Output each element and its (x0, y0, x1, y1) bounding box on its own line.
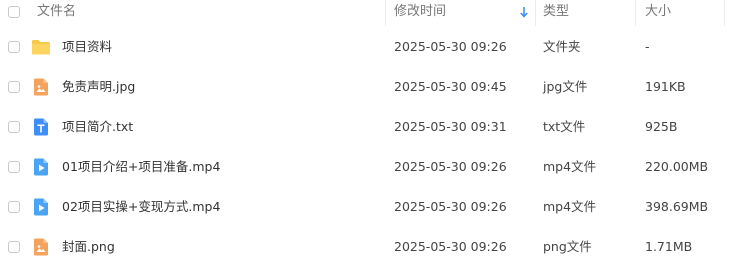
video-file-icon (34, 158, 48, 176)
column-header-type[interactable]: 类型 (543, 0, 569, 26)
file-name[interactable]: 01项目介绍+项目准备.mp4 (62, 147, 220, 187)
file-modified: 2025-05-30 09:26 (394, 159, 507, 174)
file-type: txt文件 (543, 119, 586, 134)
video-file-icon (34, 198, 48, 216)
file-size: - (645, 39, 650, 54)
file-row[interactable]: 免责声明.jpg 2025-05-30 09:45 jpg文件 191KB (0, 67, 730, 107)
file-row[interactable]: 项目资料 2025-05-30 09:26 文件夹 - (0, 27, 730, 67)
column-header-modified[interactable]: 修改时间 (394, 0, 446, 26)
file-row[interactable]: 02项目实操+变现方式.mp4 2025-05-30 09:26 mp4文件 3… (0, 187, 730, 227)
file-name[interactable]: 免责声明.jpg (62, 67, 135, 107)
row-checkbox[interactable] (8, 121, 20, 133)
image-file-icon (34, 78, 48, 96)
column-divider[interactable] (535, 0, 536, 26)
column-header-name[interactable]: 文件名 (37, 0, 76, 26)
file-list: 文件名 修改时间 类型 大小 项目资料 2025-05-30 09:26 文件夹… (0, 0, 730, 263)
file-type: 文件夹 (543, 39, 581, 54)
column-divider[interactable] (724, 0, 725, 26)
file-row[interactable]: 项目简介.txt 2025-05-30 09:31 txt文件 925B (0, 107, 730, 147)
file-modified: 2025-05-30 09:26 (394, 199, 507, 214)
file-size: 1.71MB (645, 239, 693, 254)
folder-icon (32, 40, 50, 55)
file-type: jpg文件 (543, 79, 588, 94)
select-all-checkbox[interactable] (8, 6, 20, 18)
file-type: mp4文件 (543, 159, 597, 174)
file-type: mp4文件 (543, 199, 597, 214)
file-row[interactable]: 封面.png 2025-05-30 09:26 png文件 1.71MB (0, 227, 730, 263)
row-checkbox[interactable] (8, 241, 20, 253)
column-divider[interactable] (385, 0, 386, 26)
column-header-size[interactable]: 大小 (645, 0, 671, 26)
file-name[interactable]: 项目简介.txt (62, 107, 133, 147)
column-header: 文件名 修改时间 类型 大小 (0, 0, 730, 26)
file-modified: 2025-05-30 09:45 (394, 79, 507, 94)
file-name[interactable]: 封面.png (62, 227, 115, 263)
sort-descending-icon[interactable] (519, 4, 529, 20)
file-type: png文件 (543, 239, 592, 254)
file-row[interactable]: 01项目介绍+项目准备.mp4 2025-05-30 09:26 mp4文件 2… (0, 147, 730, 187)
row-checkbox[interactable] (8, 201, 20, 213)
file-name[interactable]: 02项目实操+变现方式.mp4 (62, 187, 220, 227)
file-modified: 2025-05-30 09:26 (394, 39, 507, 54)
file-size: 220.00MB (645, 159, 709, 174)
file-size: 398.69MB (645, 199, 709, 214)
row-checkbox[interactable] (8, 161, 20, 173)
image-file-icon (34, 238, 48, 256)
column-divider[interactable] (635, 0, 636, 26)
file-modified: 2025-05-30 09:31 (394, 119, 507, 134)
file-size: 925B (645, 119, 678, 134)
file-modified: 2025-05-30 09:26 (394, 239, 507, 254)
file-name[interactable]: 项目资料 (62, 27, 112, 67)
file-size: 191KB (645, 79, 686, 94)
row-checkbox[interactable] (8, 81, 20, 93)
text-file-icon (34, 118, 48, 136)
row-checkbox[interactable] (8, 41, 20, 53)
